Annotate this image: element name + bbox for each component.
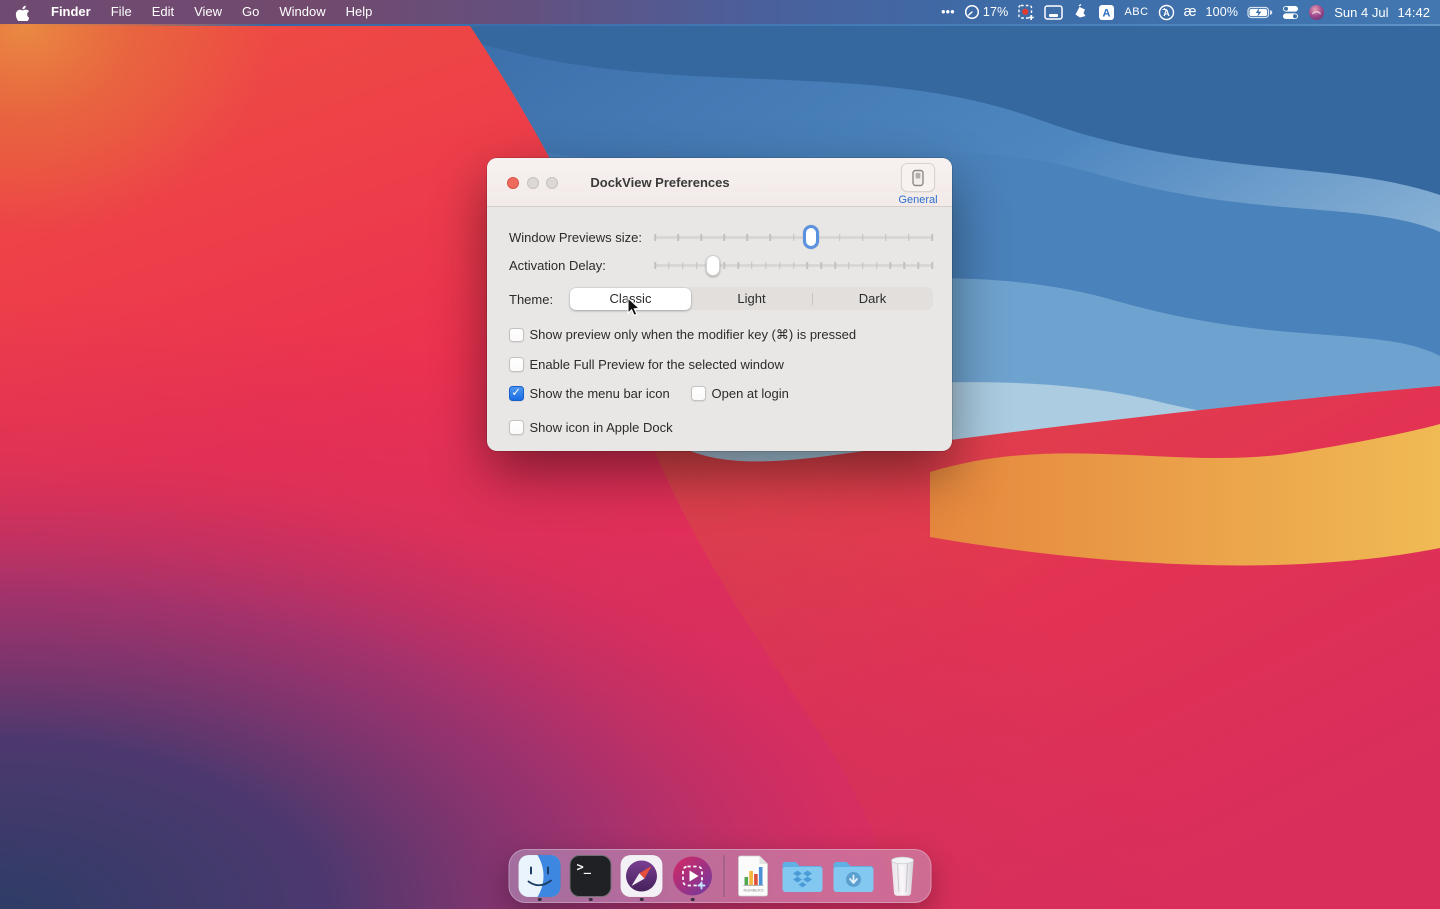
previews-size-label: Window Previews size:: [509, 230, 642, 245]
dockview-menubar-icon[interactable]: [1044, 5, 1063, 20]
menu-view[interactable]: View: [184, 0, 232, 24]
dock-separator: [724, 855, 725, 897]
theme-option-classic[interactable]: Classic: [570, 288, 691, 310]
input-abc-status[interactable]: ABC: [1124, 6, 1148, 18]
status-overflow-icon[interactable]: •••: [941, 5, 955, 19]
general-switch-icon: [901, 163, 935, 192]
input-letter: A: [1103, 7, 1111, 19]
open-at-login-label: Open at login: [712, 386, 789, 401]
menu-go[interactable]: Go: [232, 0, 269, 24]
previews-size-slider[interactable]: [655, 226, 932, 248]
battery-charging-icon[interactable]: [1247, 6, 1273, 19]
general-tab-label: General: [898, 194, 938, 206]
dockview-preferences-window: DockView Preferences General Window Prev…: [487, 158, 952, 451]
dock-downloads-folder-icon[interactable]: [831, 850, 877, 902]
menu-bar: Finder File Edit View Go Window Help •••…: [0, 0, 1440, 24]
apple-menu-icon[interactable]: [0, 4, 41, 21]
modifier-key-label: Show preview only when the modifier key …: [530, 327, 857, 343]
dock: >_: [509, 849, 932, 903]
translate-icon[interactable]: A: [1158, 4, 1175, 21]
menu-finder[interactable]: Finder: [41, 0, 101, 24]
zoom-button[interactable]: [546, 177, 558, 189]
dock-screen-recorder-icon[interactable]: [670, 850, 716, 902]
theme-option-dark[interactable]: Dark: [812, 287, 933, 310]
desktop-wallpaper: [0, 0, 1440, 909]
segment-divider: [812, 293, 813, 305]
checkbox-row-modifier: Show preview only when the modifier key …: [509, 327, 856, 343]
menubar-date[interactable]: Sun 4 Jul: [1334, 5, 1388, 20]
screenshot-selection-icon[interactable]: [1017, 4, 1035, 21]
full-preview-label: Enable Full Preview for the selected win…: [530, 357, 784, 372]
minimize-button[interactable]: [527, 177, 539, 189]
activation-delay-slider[interactable]: [655, 254, 932, 276]
dock-finder-icon[interactable]: [517, 850, 563, 902]
apple-dock-checkbox[interactable]: [509, 420, 524, 435]
timer-icon: [964, 4, 980, 20]
menu-file[interactable]: File: [101, 0, 142, 24]
theme-option-light[interactable]: Light: [691, 287, 812, 310]
toolbar-tab-general[interactable]: General: [898, 163, 938, 206]
menu-help[interactable]: Help: [336, 0, 383, 24]
dock-terminal-icon[interactable]: >_: [568, 850, 614, 902]
dock-safari-icon[interactable]: [619, 850, 665, 902]
theme-segmented-control: Classic Light Dark: [570, 287, 933, 310]
ligature-status-icon[interactable]: æ: [1184, 4, 1197, 20]
checkbox-row-full-preview: Enable Full Preview for the selected win…: [509, 357, 784, 372]
dock-dropbox-folder-icon[interactable]: [780, 850, 826, 902]
fantastical-app-icon[interactable]: [1308, 4, 1325, 21]
menubar-time[interactable]: 14:42: [1397, 5, 1430, 20]
open-at-login-checkbox[interactable]: [691, 386, 706, 401]
apple-dock-label: Show icon in Apple Dock: [530, 420, 673, 435]
checkbox-row-open-login: Open at login: [691, 386, 789, 401]
timer-percent-status[interactable]: 17%: [964, 4, 1009, 20]
dock-trash-icon[interactable]: [882, 850, 924, 902]
checkbox-row-menubar-icon: Show the menu bar icon: [509, 386, 670, 401]
control-center-icon[interactable]: [1282, 5, 1299, 20]
window-title: DockView Preferences: [560, 175, 760, 190]
svg-text:>_: >_: [577, 860, 592, 875]
menubar-icon-label: Show the menu bar icon: [530, 386, 670, 401]
theme-label: Theme:: [509, 292, 553, 307]
dock-numbers-document-icon[interactable]: NUMBERS: [733, 850, 775, 902]
spray-utility-icon[interactable]: [1072, 4, 1089, 20]
svg-text:NUMBERS: NUMBERS: [743, 888, 763, 893]
checkbox-row-apple-dock: Show icon in Apple Dock: [509, 420, 673, 435]
slider-thumb[interactable]: [803, 225, 819, 249]
menu-edit[interactable]: Edit: [142, 0, 184, 24]
modifier-key-checkbox[interactable]: [509, 328, 524, 343]
full-preview-checkbox[interactable]: [509, 357, 524, 372]
input-source-icon[interactable]: A: [1098, 4, 1115, 21]
slider-thumb[interactable]: [706, 255, 720, 276]
close-button[interactable]: [507, 177, 519, 189]
menu-window[interactable]: Window: [269, 0, 335, 24]
activation-delay-label: Activation Delay:: [509, 258, 606, 273]
battery-percent-label: 100%: [1205, 5, 1238, 19]
menubar-icon-checkbox[interactable]: [509, 386, 524, 401]
